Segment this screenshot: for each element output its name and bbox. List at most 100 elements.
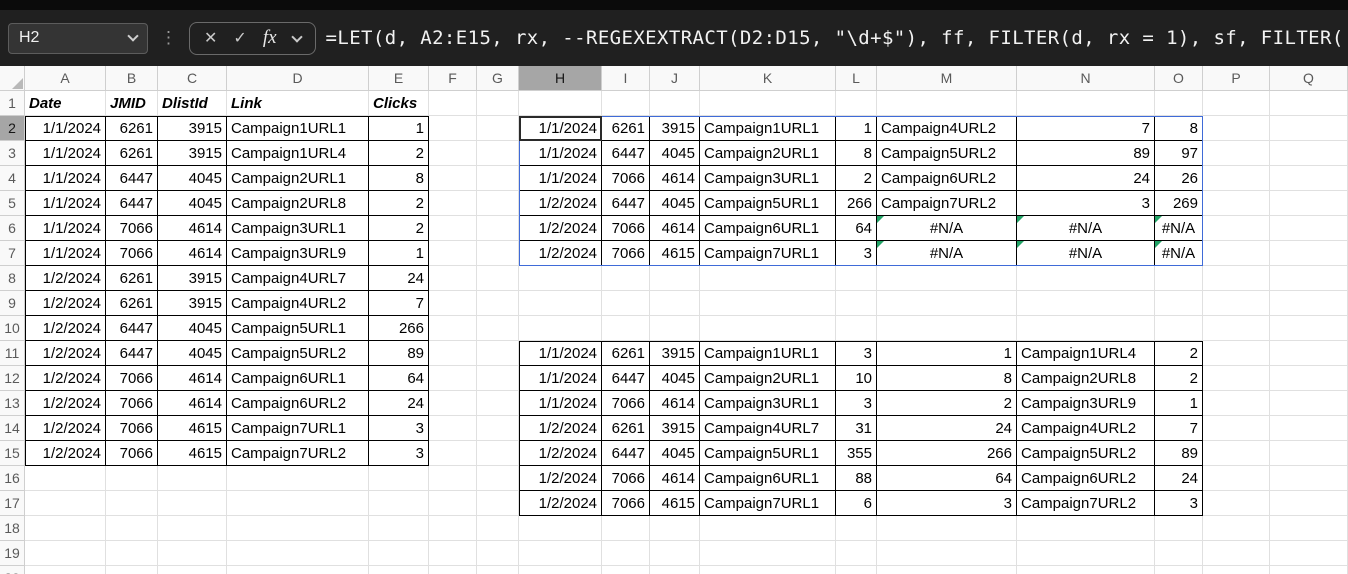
cell-H6[interactable]: 1/2/2024 xyxy=(519,216,602,241)
cell-C9[interactable]: 3915 xyxy=(158,291,227,316)
cell-C15[interactable]: 4615 xyxy=(158,441,227,466)
cell-C17[interactable] xyxy=(158,491,227,516)
cell-I2[interactable]: 6261 xyxy=(602,116,650,141)
cell-O14[interactable]: 7 xyxy=(1155,416,1203,441)
cell-Q11[interactable] xyxy=(1270,341,1348,366)
cell-O15[interactable]: 89 xyxy=(1155,441,1203,466)
cell-H4[interactable]: 1/1/2024 xyxy=(519,166,602,191)
row-header-4[interactable]: 4 xyxy=(0,166,25,191)
cell-N15[interactable]: Campaign5URL2 xyxy=(1017,441,1155,466)
cell-E3[interactable]: 2 xyxy=(369,141,429,166)
cell-B13[interactable]: 7066 xyxy=(106,391,158,416)
column-header-Q[interactable]: Q xyxy=(1270,66,1348,91)
cell-A19[interactable] xyxy=(25,541,106,566)
cell-P20[interactable] xyxy=(1203,566,1270,574)
cell-L5[interactable]: 266 xyxy=(836,191,877,216)
row-header-20[interactable]: 20 xyxy=(0,566,25,574)
cell-N12[interactable]: Campaign2URL8 xyxy=(1017,366,1155,391)
cell-Q2[interactable] xyxy=(1270,116,1348,141)
cell-B2[interactable]: 6261 xyxy=(106,116,158,141)
cell-L4[interactable]: 2 xyxy=(836,166,877,191)
cell-E15[interactable]: 3 xyxy=(369,441,429,466)
cell-C11[interactable]: 4045 xyxy=(158,341,227,366)
cell-F2[interactable] xyxy=(429,116,477,141)
cell-C12[interactable]: 4614 xyxy=(158,366,227,391)
cell-I17[interactable]: 7066 xyxy=(602,491,650,516)
cell-O7-error[interactable]: #N/A xyxy=(1155,241,1203,266)
cell-M7-error[interactable]: #N/A xyxy=(877,241,1017,266)
cell-M5[interactable]: Campaign7URL2 xyxy=(877,191,1017,216)
cell-K7[interactable]: Campaign7URL1 xyxy=(700,241,836,266)
cell-J4[interactable]: 4614 xyxy=(650,166,700,191)
cell-H20[interactable] xyxy=(519,566,602,574)
cell-L11[interactable]: 3 xyxy=(836,341,877,366)
cell-H16[interactable]: 1/2/2024 xyxy=(519,466,602,491)
cell-F10[interactable] xyxy=(429,316,477,341)
cell-N13[interactable]: Campaign3URL9 xyxy=(1017,391,1155,416)
row-header-14[interactable]: 14 xyxy=(0,416,25,441)
cell-O4[interactable]: 26 xyxy=(1155,166,1203,191)
cell-G17[interactable] xyxy=(477,491,519,516)
cell-A1[interactable]: Date xyxy=(25,91,106,116)
cell-P17[interactable] xyxy=(1203,491,1270,516)
cell-G6[interactable] xyxy=(477,216,519,241)
cell-H13[interactable]: 1/1/2024 xyxy=(519,391,602,416)
cell-F20[interactable] xyxy=(429,566,477,574)
cell-D20[interactable] xyxy=(227,566,369,574)
cell-H3[interactable]: 1/1/2024 xyxy=(519,141,602,166)
column-header-C[interactable]: C xyxy=(158,66,227,91)
cell-A2[interactable]: 1/1/2024 xyxy=(25,116,106,141)
cell-O11[interactable]: 2 xyxy=(1155,341,1203,366)
row-header-11[interactable]: 11 xyxy=(0,341,25,366)
cell-M3[interactable]: Campaign5URL2 xyxy=(877,141,1017,166)
cell-M17[interactable]: 3 xyxy=(877,491,1017,516)
cell-I1[interactable] xyxy=(602,91,650,116)
cell-P13[interactable] xyxy=(1203,391,1270,416)
row-header-2[interactable]: 2 xyxy=(0,116,25,141)
cell-E5[interactable]: 2 xyxy=(369,191,429,216)
cell-G18[interactable] xyxy=(477,516,519,541)
cell-E18[interactable] xyxy=(369,516,429,541)
cell-C1[interactable]: DlistId xyxy=(158,91,227,116)
cell-A9[interactable]: 1/2/2024 xyxy=(25,291,106,316)
cell-B19[interactable] xyxy=(106,541,158,566)
cell-D19[interactable] xyxy=(227,541,369,566)
cell-A13[interactable]: 1/2/2024 xyxy=(25,391,106,416)
cell-M13[interactable]: 2 xyxy=(877,391,1017,416)
cell-O17[interactable]: 3 xyxy=(1155,491,1203,516)
cell-Q12[interactable] xyxy=(1270,366,1348,391)
cell-P10[interactable] xyxy=(1203,316,1270,341)
cell-L14[interactable]: 31 xyxy=(836,416,877,441)
cell-D3[interactable]: Campaign1URL4 xyxy=(227,141,369,166)
cell-A6[interactable]: 1/1/2024 xyxy=(25,216,106,241)
row-header-12[interactable]: 12 xyxy=(0,366,25,391)
cell-B3[interactable]: 6261 xyxy=(106,141,158,166)
cell-G8[interactable] xyxy=(477,266,519,291)
cell-H10[interactable] xyxy=(519,316,602,341)
column-header-L[interactable]: L xyxy=(836,66,877,91)
cell-A7[interactable]: 1/1/2024 xyxy=(25,241,106,266)
cell-K12[interactable]: Campaign2URL1 xyxy=(700,366,836,391)
cell-F15[interactable] xyxy=(429,441,477,466)
cell-O12[interactable]: 2 xyxy=(1155,366,1203,391)
cell-B5[interactable]: 6447 xyxy=(106,191,158,216)
cell-K1[interactable] xyxy=(700,91,836,116)
cell-Q7[interactable] xyxy=(1270,241,1348,266)
cell-Q6[interactable] xyxy=(1270,216,1348,241)
cell-N4[interactable]: 24 xyxy=(1017,166,1155,191)
cell-K18[interactable] xyxy=(700,516,836,541)
cell-B12[interactable]: 7066 xyxy=(106,366,158,391)
cell-D7[interactable]: Campaign3URL9 xyxy=(227,241,369,266)
cell-K2[interactable]: Campaign1URL1 xyxy=(700,116,836,141)
cell-J13[interactable]: 4614 xyxy=(650,391,700,416)
row-header-18[interactable]: 18 xyxy=(0,516,25,541)
cell-P19[interactable] xyxy=(1203,541,1270,566)
column-header-J[interactable]: J xyxy=(650,66,700,91)
cell-M8[interactable] xyxy=(877,266,1017,291)
cell-F3[interactable] xyxy=(429,141,477,166)
column-header-D[interactable]: D xyxy=(227,66,369,91)
cell-K14[interactable]: Campaign4URL7 xyxy=(700,416,836,441)
cell-D13[interactable]: Campaign6URL2 xyxy=(227,391,369,416)
cell-L2[interactable]: 1 xyxy=(836,116,877,141)
cell-B11[interactable]: 6447 xyxy=(106,341,158,366)
